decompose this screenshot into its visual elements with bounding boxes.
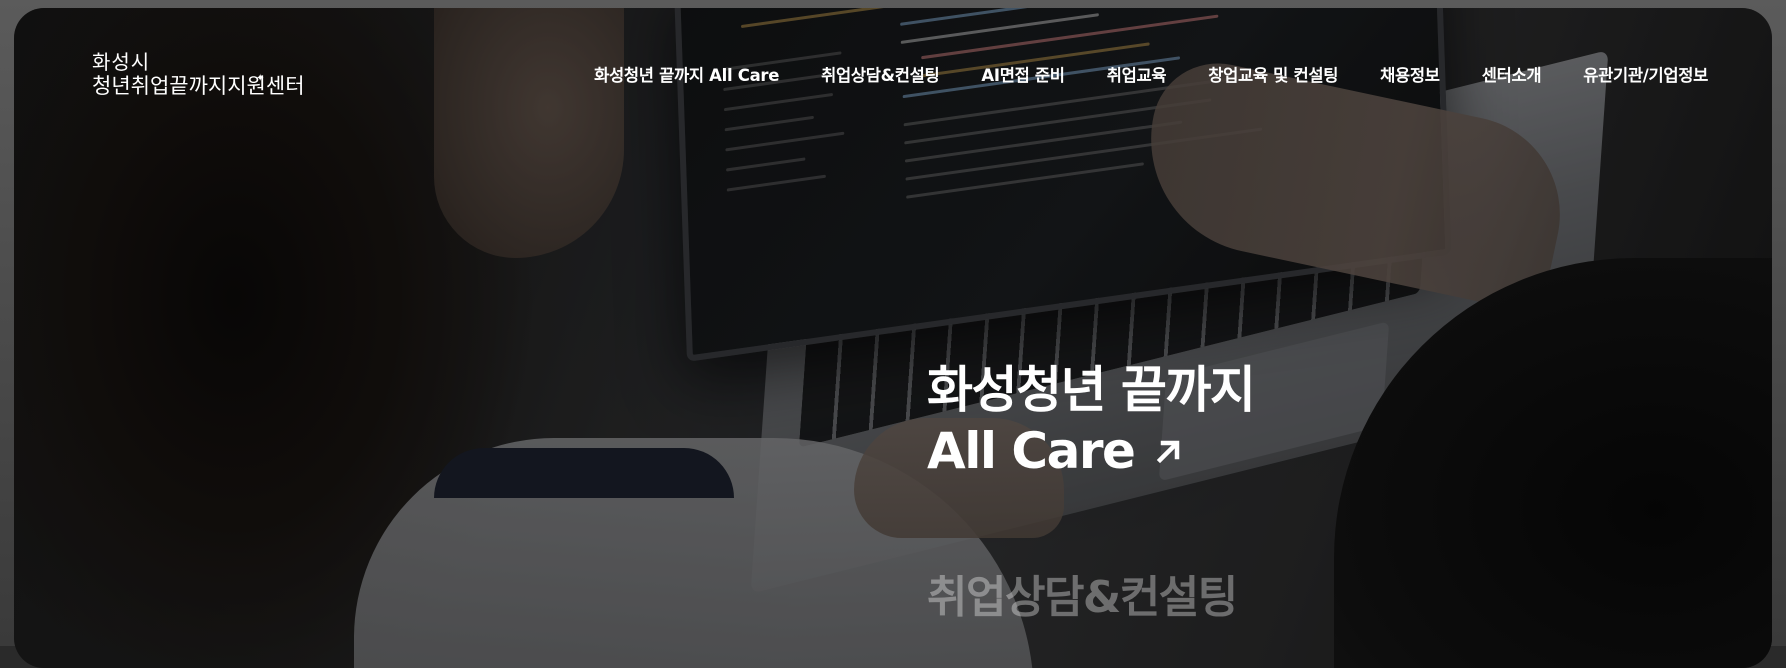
nav-item-partners[interactable]: 유관기관/기업정보 <box>1583 62 1708 86</box>
nav-item-ai-interview[interactable]: AI면접 준비 <box>981 62 1065 86</box>
hero-title-line2-wrap: All Care <box>927 421 1254 482</box>
nav-item-about[interactable]: 센터소개 <box>1482 62 1542 86</box>
next-slide-label[interactable]: 취업상담&컨설팅 <box>927 561 1238 625</box>
sparkle-icon: ✦ <box>256 73 265 84</box>
logo-line2: 청년취업끝까지지원센터 <box>92 74 305 98</box>
nav-item-counseling[interactable]: 취업상담&컨설팅 <box>821 62 940 86</box>
hero-title-line1: 화성청년 끝까지 <box>927 361 1256 419</box>
page-frame: 화성시 청년취업끝까지지원센터 ✦ 화성청년 끝까지 All Care 취업상담… <box>0 0 1786 668</box>
site-logo[interactable]: 화성시 청년취업끝까지지원센터 ✦ <box>92 50 305 98</box>
nav-item-job-education[interactable]: 취업교육 <box>1107 62 1167 86</box>
hero-title-line2: All Care <box>927 422 1136 480</box>
dark-overlay <box>14 8 1772 668</box>
hero-title[interactable]: 화성청년 끝까지 All Care <box>927 360 1256 482</box>
nav-item-job-listings[interactable]: 채용정보 <box>1380 62 1440 86</box>
logo-line1: 화성시 <box>92 50 151 74</box>
nav-item-startup[interactable]: 창업교육 및 컨설팅 <box>1208 62 1338 86</box>
nav-item-all-care[interactable]: 화성청년 끝까지 All Care <box>594 62 779 86</box>
main-nav: 화성청년 끝까지 All Care 취업상담&컨설팅 AI면접 준비 취업교육 … <box>594 62 1708 86</box>
hero-banner: 화성시 청년취업끝까지지원센터 ✦ 화성청년 끝까지 All Care 취업상담… <box>14 8 1772 668</box>
arrow-up-right-icon <box>1157 440 1180 463</box>
